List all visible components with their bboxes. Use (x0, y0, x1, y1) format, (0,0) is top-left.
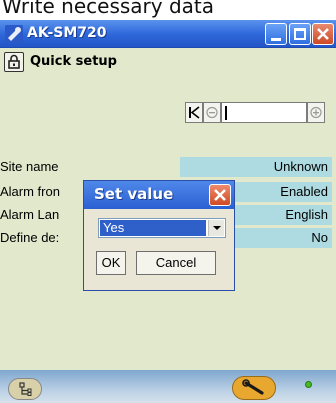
dialog-title-bar: Set value (84, 181, 234, 209)
chevron-down-icon (213, 226, 221, 230)
value-select[interactable]: Yes (98, 218, 226, 238)
app-window: AK-SM720 Quick setup Site name Unknown A… (0, 20, 336, 403)
tree-icon (19, 382, 32, 396)
row-label: Define de: (0, 230, 60, 245)
row-value[interactable]: Unknown (180, 157, 332, 177)
caption-text: Write necessary data (2, 0, 215, 18)
service-tool-button[interactable] (232, 376, 276, 400)
dropdown-button[interactable] (208, 220, 224, 236)
list-item[interactable]: Site name Unknown (0, 157, 336, 177)
lock-button[interactable] (4, 52, 24, 72)
first-record-button[interactable] (185, 102, 203, 123)
next-record-button[interactable] (307, 102, 325, 123)
close-button[interactable] (312, 23, 334, 45)
window-title: AK-SM720 (27, 25, 107, 41)
selected-value: Yes (100, 220, 206, 236)
tool-icon (5, 25, 23, 43)
ok-button[interactable]: OK (96, 251, 126, 275)
cancel-button[interactable]: Cancel (136, 251, 216, 275)
close-icon (214, 189, 226, 201)
wrench-icon (242, 379, 264, 395)
tree-view-button[interactable] (8, 378, 42, 400)
status-bar (0, 370, 336, 403)
page-header: Quick setup (0, 48, 336, 76)
minimize-icon (271, 38, 281, 41)
plus-icon (310, 106, 322, 119)
maximize-icon (294, 28, 306, 40)
previous-record-button[interactable] (203, 102, 221, 123)
maximize-button[interactable] (289, 23, 311, 45)
record-position-slot[interactable] (221, 102, 307, 123)
lock-icon (8, 54, 20, 69)
caption-strip: Write necessary data (0, 0, 336, 20)
dialog-close-button[interactable] (209, 184, 231, 206)
set-value-dialog: Set value Yes OK Cancel (83, 180, 235, 291)
minus-icon (206, 106, 218, 119)
row-label: Alarm fron (0, 184, 60, 199)
record-position-cursor (225, 106, 227, 120)
minimize-button[interactable] (265, 23, 287, 45)
close-icon (317, 28, 329, 40)
page-title: Quick setup (30, 54, 117, 69)
row-label: Alarm Lan (0, 207, 60, 222)
status-led (305, 381, 312, 388)
title-bar: AK-SM720 (0, 20, 336, 48)
dialog-title: Set value (94, 185, 174, 203)
skip-first-icon (189, 106, 200, 119)
row-label: Site name (0, 159, 59, 174)
